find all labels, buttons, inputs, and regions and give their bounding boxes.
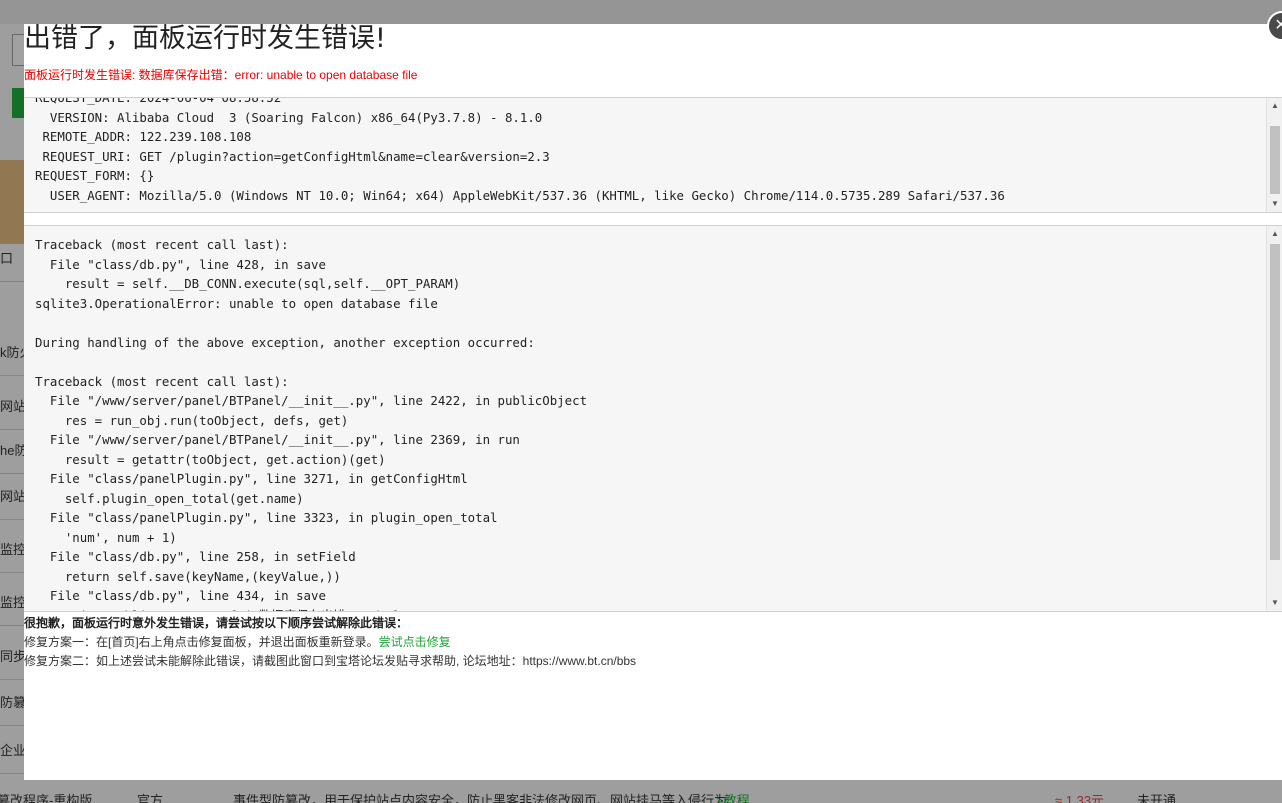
fix-suggestions: 很抱歉，面板运行时意外发生错误，请尝试按以下顺序尝试解除此错误： 修复方案一：在… — [24, 614, 1264, 671]
fix-plan-one: 修复方案一：在[首页]右上角点击修复面板，并退出面板重新登录。尝试点击修复 — [24, 633, 1264, 652]
fix-heading: 很抱歉，面板运行时意外发生错误，请尝试按以下顺序尝试解除此错误： — [24, 616, 409, 630]
traceback-text: Traceback (most recent call last): File … — [35, 237, 588, 611]
error-summary: 面板运行时发生错误: 数据库保存出错：error: unable to open… — [24, 68, 418, 82]
fix-plan-two: 修复方案二：如上述尝试未能解除此错误，请截图此窗口到宝塔论坛发贴寻求帮助, 论坛… — [24, 654, 637, 668]
scrollbar-thumb[interactable] — [1270, 244, 1280, 560]
scroll-up-icon[interactable]: ▲ — [1267, 98, 1282, 114]
request-info-scrollbar[interactable]: ▲ ▼ — [1266, 98, 1282, 212]
scroll-up-icon[interactable]: ▲ — [1267, 226, 1282, 242]
request-info-text: REQUEST_DATE: 2024-06-04 08:58:52 VERSIO… — [35, 97, 1005, 203]
dialog-title: 出错了，面板运行时发生错误! — [24, 24, 386, 54]
traceback-box[interactable]: Traceback (most recent call last): File … — [24, 225, 1282, 612]
scroll-down-icon[interactable]: ▼ — [1267, 595, 1282, 611]
request-info-box[interactable]: REQUEST_DATE: 2024-06-04 08:58:52 VERSIO… — [24, 97, 1282, 213]
scrollbar-thumb[interactable] — [1270, 126, 1280, 194]
try-repair-link[interactable]: 尝试点击修复 — [379, 635, 451, 649]
traceback-scrollbar[interactable]: ▲ ▼ — [1266, 226, 1282, 611]
error-dialog: 出错了，面板运行时发生错误! 面板运行时发生错误: 数据库保存出错：error:… — [24, 24, 1282, 780]
scroll-down-icon[interactable]: ▼ — [1267, 196, 1282, 212]
fix-plan-one-text: 修复方案一：在[首页]右上角点击修复面板，并退出面板重新登录。 — [24, 635, 379, 649]
